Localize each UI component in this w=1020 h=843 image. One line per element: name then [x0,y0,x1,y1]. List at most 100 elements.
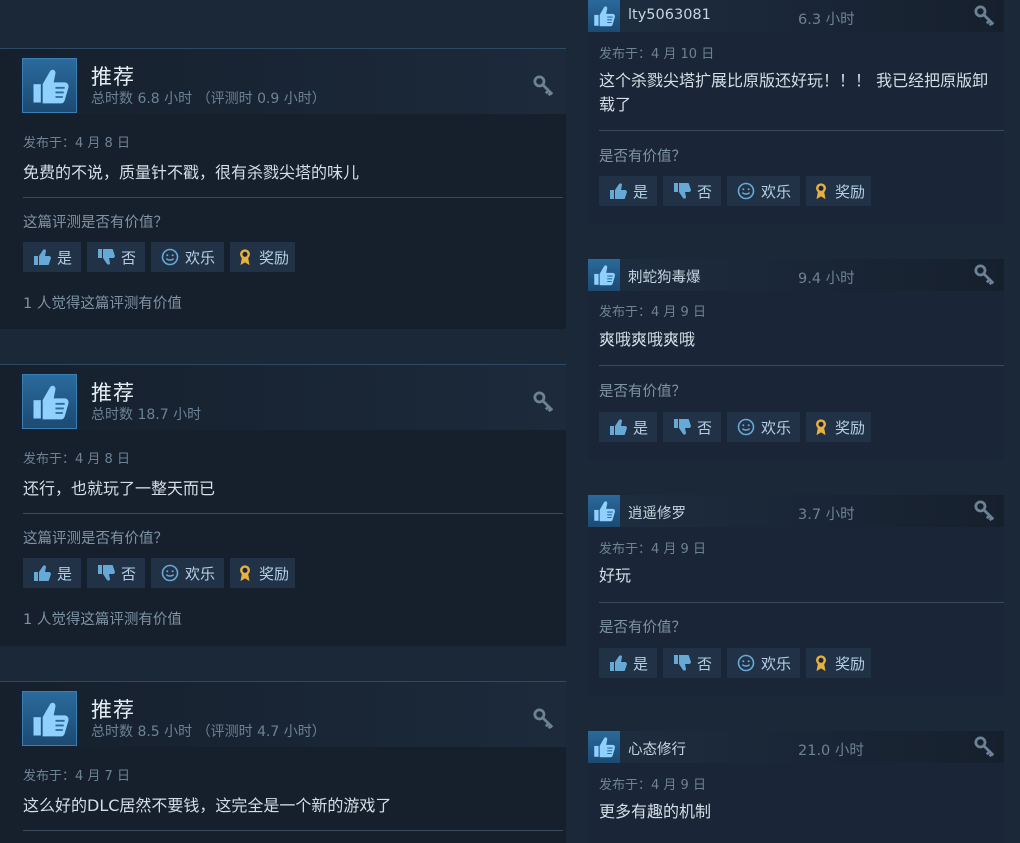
key-icon [974,500,996,522]
review-body: 还行，也就玩了一整天而已 [23,479,216,498]
vote-no-button[interactable]: 否 [663,412,722,442]
vote-buttons: 是 否 欢乐 奖励 [23,558,296,588]
review-card: 推荐 总时数 8.5 小时 （评测时 4.7 小时） 发布于：4 月 7 日 这… [0,681,566,843]
posted-date: 发布于：4 月 8 日 [23,452,130,467]
award-icon [236,563,254,583]
divider [23,197,563,198]
vote-buttons: 是 否 欢乐 奖励 [599,176,872,206]
vote-no-button[interactable]: 否 [663,648,722,678]
thumbs-down-icon [672,653,692,673]
review-card: 心态修行 21.0 小时 发布于：4 月 9 日 更多有趣的机制 [588,731,1004,843]
found-helpful-count: 1 人觉得这篇评测有价值 [23,612,182,628]
thumbs-up-icon [32,247,52,267]
vote-yes-button[interactable]: 是 [23,242,82,272]
playtime-hours: 21.0 小时 [798,743,864,759]
review-body: 这个杀戮尖塔扩展比原版还好玩！！！ 我已经把原版卸载了 [599,71,989,114]
review-header: 推荐 总时数 6.8 小时 （评测时 0.9 小时） [0,48,566,114]
found-helpful-count: 1 人觉得这篇评测有价值 [23,296,182,312]
award-label: 奖励 [835,182,866,201]
award-button[interactable]: 奖励 [230,558,296,588]
playtime-hours: 9.4 小时 [798,271,855,287]
review-card: lty5063081 6.3 小时 发布于：4 月 10 日 这个杀戮尖塔扩展比… [588,0,1004,224]
smiley-icon [736,417,756,437]
playtime-hours: 3.7 小时 [798,507,855,523]
vote-funny-button[interactable]: 欢乐 [727,412,801,442]
recommended-label: 推荐 [91,698,135,722]
thumbs-down-icon [672,417,692,437]
vote-yes-label: 是 [57,564,73,583]
review-card: 刺蛇狗毒爆 9.4 小时 发布于：4 月 9 日 爽哦爽哦爽哦 是否有价值？ 是… [588,259,1004,460]
award-button[interactable]: 奖励 [806,412,872,442]
vote-no-button[interactable]: 否 [87,242,146,272]
award-label: 奖励 [259,564,290,583]
award-label: 奖励 [835,654,866,673]
thumbs-up-icon [608,653,628,673]
vote-funny-label: 欢乐 [185,564,216,583]
review-body: 这么好的DLC居然不要钱，这完全是一个新的游戏了 [23,796,392,815]
vote-no-button[interactable]: 否 [87,558,146,588]
vote-buttons: 是 否 欢乐 奖励 [599,648,872,678]
vote-yes-label: 是 [633,182,649,201]
vote-yes-label: 是 [633,418,649,437]
reviewer-name[interactable]: lty5063081 [628,7,711,23]
review-body: 爽哦爽哦爽哦 [599,330,696,349]
review-card: 推荐 总时数 18.7 小时 发布于：4 月 8 日 还行，也就玩了一整天而已 … [0,364,566,646]
thumbs-up-icon [608,181,628,201]
smiley-icon [160,563,180,583]
thumbs-up-icon [588,0,620,32]
thumbs-up-icon [588,731,620,763]
vote-no-button[interactable]: 否 [663,176,722,206]
reviewer-name[interactable]: 心态修行 [628,738,686,759]
vote-no-label: 否 [697,654,713,673]
vote-yes-button[interactable]: 是 [599,648,658,678]
key-icon [974,264,996,286]
posted-date: 发布于：4 月 9 日 [599,778,706,793]
smiley-icon [736,181,756,201]
vote-yes-button[interactable]: 是 [599,412,658,442]
playtime-hours: 总时数 18.7 小时 [91,407,202,423]
thumbs-up-icon [32,563,52,583]
award-label: 奖励 [835,418,866,437]
vote-funny-label: 欢乐 [761,182,792,201]
vote-funny-button[interactable]: 欢乐 [151,558,225,588]
reviewer-name[interactable]: 逍遥修罗 [628,502,686,523]
award-button[interactable]: 奖励 [230,242,296,272]
vote-no-label: 否 [697,182,713,201]
playtime-hours: 总时数 8.5 小时 （评测时 4.7 小时） [91,724,326,740]
thumbs-up-icon [588,259,620,291]
vote-yes-button[interactable]: 是 [599,176,658,206]
vote-no-label: 否 [121,248,137,267]
vote-funny-label: 欢乐 [761,654,792,673]
reviewer-name[interactable]: 刺蛇狗毒爆 [628,266,701,287]
thumbs-down-icon [672,181,692,201]
review-header: lty5063081 6.3 小时 [588,0,1004,32]
vote-funny-button[interactable]: 欢乐 [151,242,225,272]
right-review-column: lty5063081 6.3 小时 发布于：4 月 10 日 这个杀戮尖塔扩展比… [566,0,1020,843]
smiley-icon [736,653,756,673]
recommended-label: 推荐 [91,65,135,89]
vote-funny-label: 欢乐 [761,418,792,437]
vote-yes-button[interactable]: 是 [23,558,82,588]
key-icon [533,708,555,730]
key-icon [533,391,555,413]
key-icon [533,75,555,97]
review-body: 好玩 [599,566,632,585]
award-label: 奖励 [259,248,290,267]
award-icon [812,181,830,201]
review-header: 逍遥修罗 3.7 小时 [588,495,1004,527]
review-header: 刺蛇狗毒爆 9.4 小时 [588,259,1004,291]
thumbs-up-icon [22,374,77,429]
award-icon [812,653,830,673]
helpful-question: 是否有价值？ [599,384,686,400]
vote-funny-button[interactable]: 欢乐 [727,176,801,206]
helpful-question: 这篇评测是否有价值？ [23,215,168,231]
award-button[interactable]: 奖励 [806,176,872,206]
divider [23,830,563,831]
key-icon [974,736,996,758]
award-icon [236,247,254,267]
playtime-hours: 6.3 小时 [798,12,855,28]
review-card: 推荐 总时数 6.8 小时 （评测时 0.9 小时） 发布于：4 月 8 日 免… [0,48,566,329]
award-button[interactable]: 奖励 [806,648,872,678]
vote-no-label: 否 [121,564,137,583]
vote-funny-button[interactable]: 欢乐 [727,648,801,678]
